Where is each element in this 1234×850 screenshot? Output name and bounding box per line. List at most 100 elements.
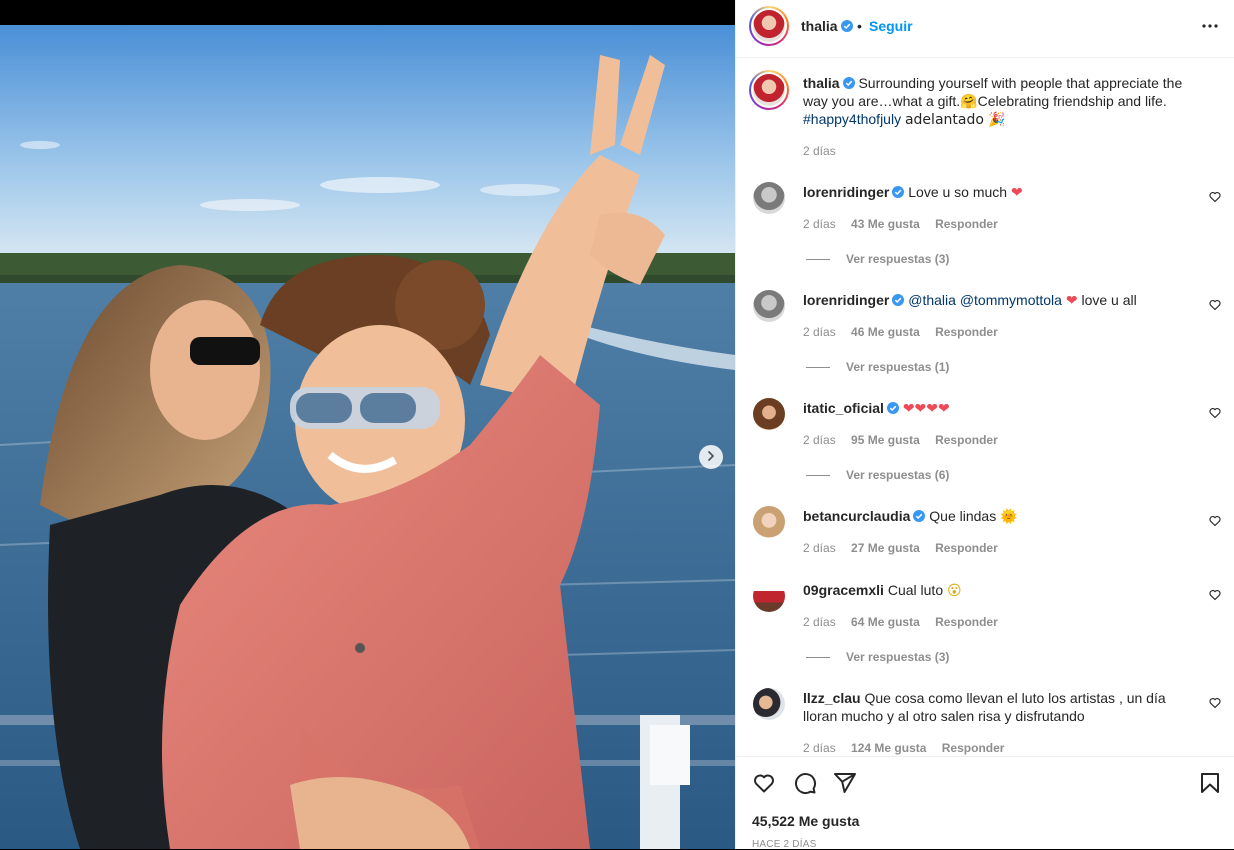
- heart-emoji: ❤: [1010, 185, 1023, 201]
- view-replies-button[interactable]: Ver respuestas (6): [806, 468, 949, 482]
- heart-icon[interactable]: [752, 771, 776, 795]
- comment-likes[interactable]: 95 Me gusta: [851, 433, 920, 447]
- next-photo-button[interactable]: [699, 445, 723, 469]
- reply-button[interactable]: Responder: [935, 217, 998, 231]
- comment-meta: 2 días 95 Me gusta Responder: [803, 433, 1010, 447]
- commenter-username[interactable]: itatic_oficial: [803, 400, 884, 416]
- comment-body: Love u so much: [908, 184, 1008, 200]
- commenter-username[interactable]: lorenridinger: [803, 184, 889, 200]
- comment-meta: 2 días 46 Me gusta Responder: [803, 325, 1010, 339]
- comment-time: 2 días: [803, 541, 836, 555]
- comment-heart-icon[interactable]: [1209, 191, 1221, 203]
- post-media: [0, 0, 735, 849]
- sun-emoji: 🌞: [1000, 509, 1018, 525]
- verified-badge-icon: [840, 20, 853, 32]
- author-username-text: thalia: [801, 18, 838, 34]
- view-replies-button[interactable]: Ver respuestas (3): [806, 252, 949, 266]
- commenter-username[interactable]: betancurclaudia: [803, 508, 910, 524]
- commenter-avatar[interactable]: [753, 688, 785, 720]
- comment-meta: 2 días 43 Me gusta Responder: [803, 217, 1010, 231]
- post-photo[interactable]: [0, 25, 735, 849]
- verified-badge-icon: [892, 186, 905, 198]
- view-replies-button[interactable]: Ver respuestas (1): [806, 360, 949, 374]
- comment-heart-icon[interactable]: [1209, 407, 1221, 419]
- post-side-panel: thalia • Seguir thalia Surrounding yours…: [735, 0, 1234, 850]
- comments-list: thalia Surrounding yourself with people …: [736, 58, 1234, 756]
- post-actions: 45,522 Me gusta HACE 2 DÍAS: [736, 756, 1234, 850]
- comment-text: llzz_clau Que cosa como llevan el luto l…: [803, 689, 1193, 725]
- commenter-avatar[interactable]: [753, 398, 785, 430]
- comment-meta: 2 días 27 Me gusta Responder: [803, 541, 1010, 555]
- caption-avatar[interactable]: [749, 70, 789, 110]
- reply-button[interactable]: Responder: [935, 433, 998, 447]
- bookmark-icon[interactable]: [1198, 771, 1222, 795]
- comment-text: itatic_oficial ❤❤❤❤: [803, 399, 1193, 418]
- reply-button[interactable]: Responder: [935, 615, 998, 629]
- caption-body-end: adelantado 🎉: [904, 112, 1006, 128]
- comment-heart-icon[interactable]: [1209, 299, 1221, 311]
- comment-time: 2 días: [803, 325, 836, 339]
- comment-time: 2 días: [803, 741, 836, 755]
- comment-heart-icon[interactable]: [1209, 515, 1221, 527]
- reply-button[interactable]: Responder: [942, 741, 1005, 755]
- commenter-avatar[interactable]: [753, 580, 785, 612]
- reply-button[interactable]: Responder: [935, 541, 998, 555]
- chevron-right-icon: [705, 449, 717, 465]
- commenter-avatar[interactable]: [753, 506, 785, 538]
- comment-text: lorenridinger Love u so much ❤: [803, 183, 1193, 202]
- surprised-emoji: 😮: [947, 583, 962, 599]
- view-replies-label: Ver respuestas (1): [846, 360, 950, 374]
- caption-meta: 2 días: [803, 144, 848, 158]
- more-options-icon[interactable]: [1198, 14, 1222, 38]
- follow-button[interactable]: Seguir: [869, 18, 913, 34]
- heart-emoji: ❤: [1065, 293, 1078, 309]
- send-icon[interactable]: [833, 771, 857, 795]
- comment-likes[interactable]: 64 Me gusta: [851, 615, 920, 629]
- comment-text: lorenridinger @thalia @tommymottola ❤ lo…: [803, 291, 1193, 310]
- view-replies-label: Ver respuestas (3): [846, 650, 950, 664]
- commenter-avatar[interactable]: [753, 290, 785, 322]
- comment-likes[interactable]: 46 Me gusta: [851, 325, 920, 339]
- header-separator: •: [857, 18, 862, 34]
- comment-text: betancurclaudia Que lindas 🌞: [803, 507, 1193, 526]
- caption-text: thalia Surrounding yourself with people …: [803, 74, 1193, 129]
- comment-body: love u all: [1081, 292, 1137, 308]
- post-date: HACE 2 DÍAS: [752, 839, 817, 850]
- view-replies-button[interactable]: Ver respuestas (3): [806, 650, 949, 664]
- comment-time: 2 días: [803, 615, 836, 629]
- comment-meta: 2 días 124 Me gusta Responder: [803, 741, 1016, 755]
- comment-heart-icon[interactable]: [1209, 589, 1221, 601]
- comment-icon[interactable]: [793, 771, 817, 795]
- comment-mention[interactable]: @thalia: [908, 292, 956, 308]
- instagram-post: thalia • Seguir thalia Surrounding yours…: [0, 0, 1234, 850]
- comment-mention[interactable]: @tommymottola: [960, 292, 1062, 308]
- comment-likes[interactable]: 124 Me gusta: [851, 741, 926, 755]
- view-replies-label: Ver respuestas (6): [846, 468, 950, 482]
- reply-button[interactable]: Responder: [935, 325, 998, 339]
- caption-username[interactable]: thalia: [803, 75, 840, 91]
- commenter-username[interactable]: llzz_clau: [803, 690, 861, 706]
- author-avatar[interactable]: [749, 6, 789, 46]
- comment-likes[interactable]: 27 Me gusta: [851, 541, 920, 555]
- commenter-avatar[interactable]: [753, 182, 785, 214]
- comment-likes[interactable]: 43 Me gusta: [851, 217, 920, 231]
- caption-time: 2 días: [803, 144, 836, 158]
- commenter-username[interactable]: 09gracemxli: [803, 582, 884, 598]
- post-photo-image: [0, 25, 735, 849]
- view-replies-label: Ver respuestas (3): [846, 252, 950, 266]
- post-header: thalia • Seguir: [736, 0, 1234, 58]
- post-likes-count[interactable]: 45,522 Me gusta: [752, 813, 859, 829]
- heart-emoji: ❤❤❤❤: [902, 401, 950, 417]
- caption-hashtag[interactable]: #happy4thofjuly: [803, 111, 901, 127]
- comment-heart-icon[interactable]: [1209, 697, 1221, 709]
- verified-badge-icon: [886, 402, 899, 414]
- verified-badge-icon: [892, 294, 905, 306]
- comment-time: 2 días: [803, 433, 836, 447]
- comment-body: Que lindas: [929, 508, 997, 524]
- commenter-username[interactable]: lorenridinger: [803, 292, 889, 308]
- comment-body: Cual luto: [887, 582, 944, 598]
- verified-badge-icon: [842, 77, 855, 89]
- comment-time: 2 días: [803, 217, 836, 231]
- caption-body: Surrounding yourself with people that ap…: [803, 75, 1183, 109]
- author-username[interactable]: thalia: [801, 18, 853, 34]
